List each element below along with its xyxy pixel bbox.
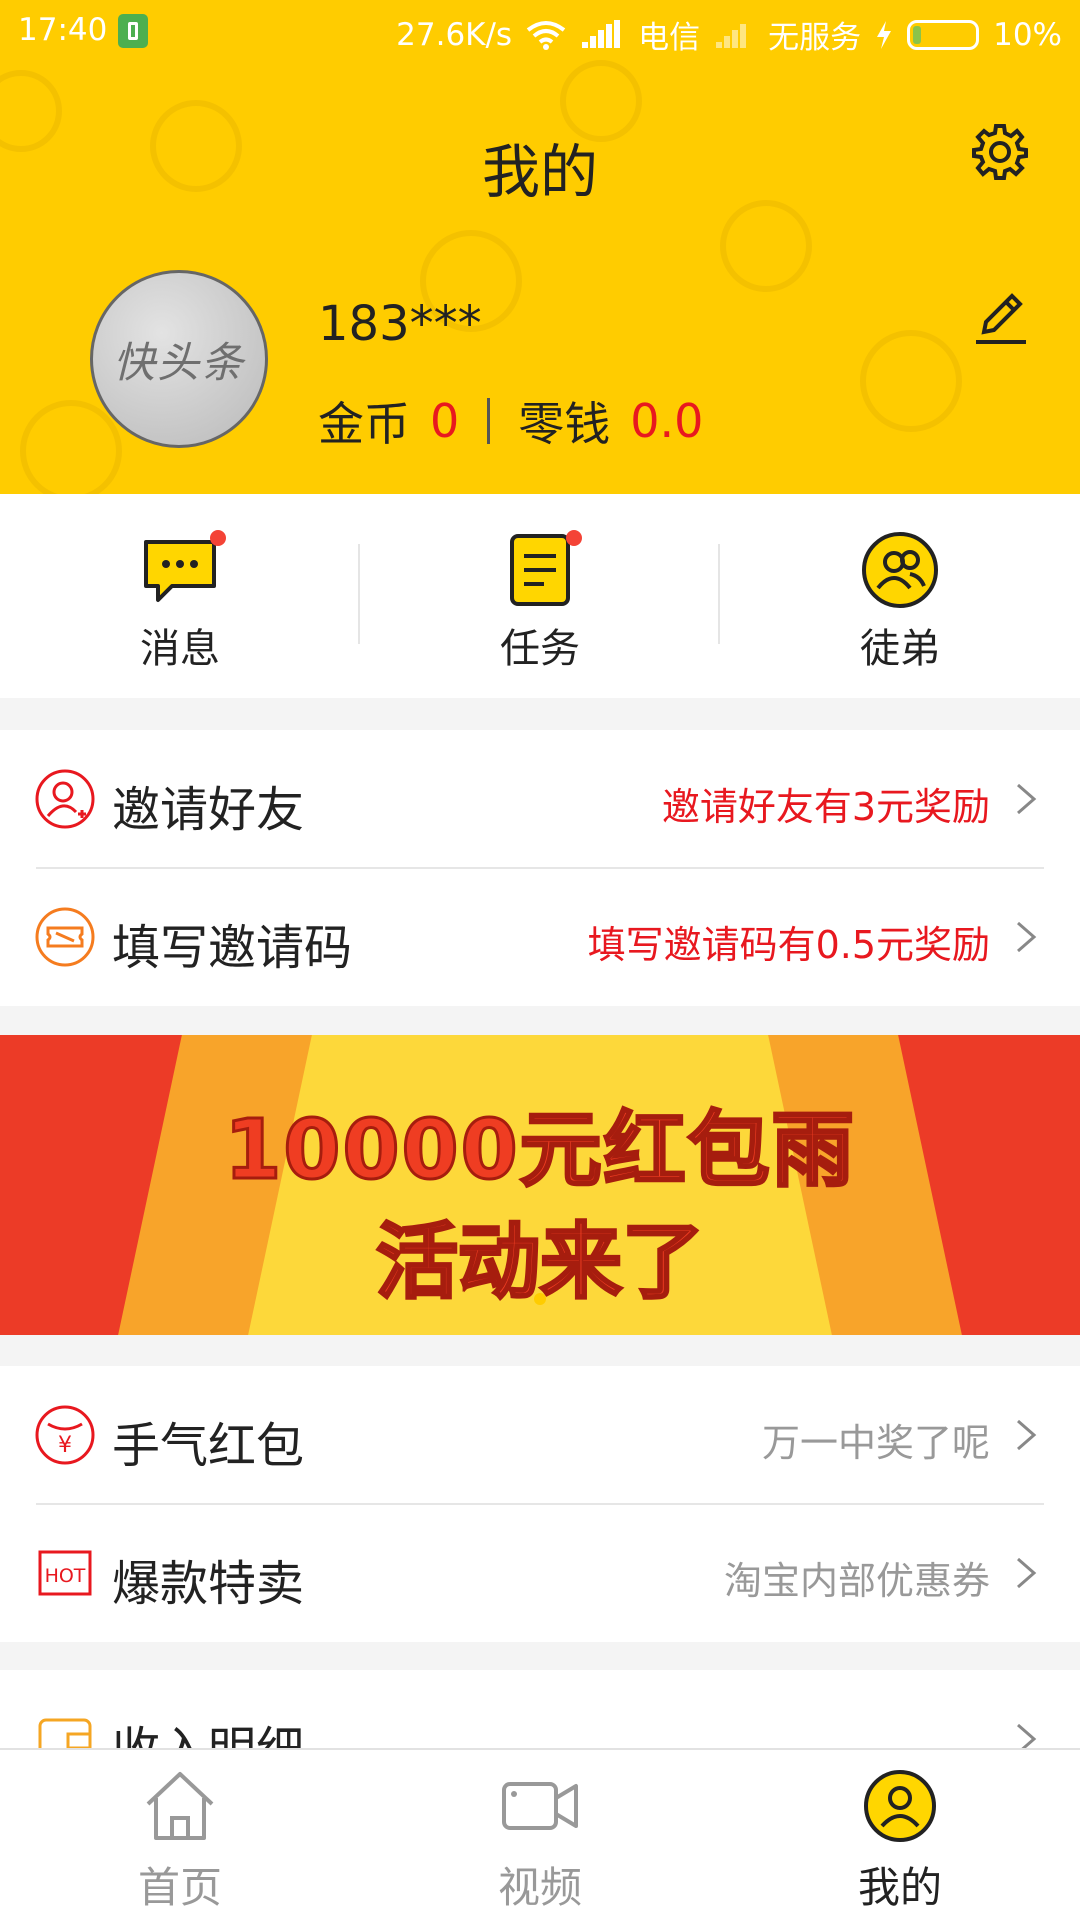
income-details-label: 收入明细	[112, 1710, 304, 1748]
change-value[interactable]: 0.0	[630, 394, 703, 448]
invite-code-icon	[35, 907, 95, 967]
hot-deals-row[interactable]: HOT 爆款特卖 淘宝内部优惠券	[0, 1504, 1080, 1642]
hot-deals-subtitle: 淘宝内部优惠券	[723, 1559, 990, 1603]
svg-text:HOT: HOT	[45, 1565, 86, 1587]
profile-icon	[864, 1770, 936, 1842]
wallet-icon	[38, 1718, 92, 1748]
settings-gear-icon[interactable]	[970, 122, 1030, 182]
invite-friends-subtitle: 邀请好友有3元奖励	[661, 785, 990, 829]
home-icon	[146, 1772, 214, 1840]
coins-value[interactable]: 0	[430, 394, 459, 448]
quick-actions: 消息 任务 徒弟	[0, 494, 1080, 698]
network-speed: 27.6K/s	[396, 16, 513, 53]
red-packet-icon: ¥	[35, 1405, 95, 1465]
invite-friends-row[interactable]: 邀请好友 邀请好友有3元奖励	[0, 730, 1080, 868]
chevron-right-icon	[1017, 1557, 1037, 1589]
banner-page-indicator	[534, 1293, 546, 1305]
avatar[interactable]: 快头条	[90, 270, 268, 448]
header-decoration	[720, 200, 812, 292]
battery-level: 10%	[993, 16, 1062, 53]
lucky-red-packet-subtitle: 万一中奖了呢	[761, 1421, 990, 1465]
stats-divider	[487, 398, 491, 444]
promo-section: ¥ 手气红包 万一中奖了呢 HOT 爆款特卖 淘宝内部优惠券	[0, 1366, 1080, 1642]
page-title: 我的	[481, 138, 598, 206]
tab-label: 我的	[857, 1863, 942, 1912]
header-decoration	[860, 330, 962, 432]
tab-home[interactable]: 首页	[0, 1750, 360, 1922]
hot-deals-label: 爆款特卖	[112, 1556, 305, 1612]
video-icon	[502, 1782, 578, 1830]
battery-icon	[907, 19, 980, 50]
quick-action-label: 徒弟	[860, 626, 940, 672]
tab-video[interactable]: 视频	[360, 1750, 720, 1922]
wallet-stats: 金币 0 零钱 0.0	[318, 388, 703, 454]
promo-banner[interactable]: 10000元红包雨 活动来了	[0, 1035, 1080, 1335]
apprentice-icon	[862, 532, 938, 608]
tab-label: 首页	[137, 1863, 222, 1912]
status-time: 17:40	[18, 12, 108, 48]
quick-action-messages[interactable]: 消息	[0, 494, 360, 698]
quick-action-tasks[interactable]: 任务	[360, 494, 720, 698]
quick-action-label: 任务	[500, 626, 580, 672]
carrier-name: 电信	[638, 20, 701, 56]
message-icon	[144, 540, 216, 602]
battery-saver-icon	[118, 14, 148, 48]
quick-action-apprentices[interactable]: 徒弟	[720, 494, 1080, 698]
charging-icon	[877, 20, 892, 49]
quick-action-label: 消息	[140, 626, 220, 672]
bottom-tab-bar: 首页 视频 我的	[0, 1748, 1080, 1922]
chevron-right-icon	[1017, 1723, 1037, 1748]
income-details-row[interactable]: 收入明细	[0, 1670, 1080, 1748]
tab-profile[interactable]: 我的	[720, 1750, 1080, 1922]
wifi-icon	[526, 20, 566, 50]
edit-pencil-icon[interactable]	[970, 288, 1030, 348]
invite-section: 邀请好友 邀请好友有3元奖励 填写邀请码 填写邀请码有0.5元奖励	[0, 730, 1080, 1006]
avatar-text: 快头条	[112, 337, 245, 387]
hot-icon: HOT	[38, 1550, 92, 1596]
task-unread-dot	[566, 530, 582, 546]
invite-code-row[interactable]: 填写邀请码 填写邀请码有0.5元奖励	[0, 868, 1080, 1006]
username: 183***	[318, 296, 482, 352]
income-section: 收入明细	[0, 1670, 1080, 1748]
service-status: 无服务	[768, 20, 862, 56]
message-unread-dot	[210, 530, 226, 546]
chevron-right-icon	[1017, 921, 1037, 953]
coins-label: 金币	[318, 397, 410, 451]
tab-label: 视频	[497, 1863, 582, 1912]
invite-friend-icon	[35, 769, 95, 829]
profile-header: 17:40 27.6K/s 电信 无服务 10% 我的 快头条 183*** 金…	[0, 0, 1080, 494]
change-label: 零钱	[518, 397, 611, 451]
no-signal-icon	[716, 23, 747, 48]
status-bar: 17:40 27.6K/s 电信 无服务 10%	[0, 0, 1080, 62]
invite-code-subtitle: 填写邀请码有0.5元奖励	[587, 923, 990, 967]
header-decoration	[20, 400, 122, 494]
signal-icon	[582, 19, 621, 48]
invite-friends-label: 邀请好友	[112, 782, 305, 838]
chevron-right-icon	[1017, 783, 1037, 815]
svg-text:¥: ¥	[58, 1433, 72, 1458]
chevron-right-icon	[1017, 1419, 1037, 1451]
lucky-red-packet-row[interactable]: ¥ 手气红包 万一中奖了呢	[0, 1366, 1080, 1504]
lucky-red-packet-label: 手气红包	[112, 1418, 305, 1474]
banner-headline: 10000元红包雨	[223, 1102, 856, 1200]
invite-code-label: 填写邀请码	[112, 920, 353, 976]
